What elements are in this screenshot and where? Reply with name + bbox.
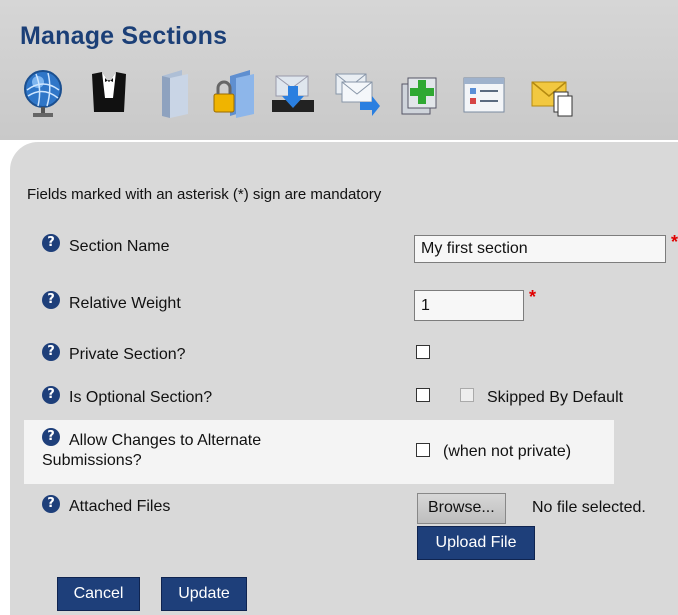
private-section-checkbox[interactable] (416, 345, 430, 359)
cancel-button[interactable]: Cancel (57, 577, 140, 611)
relative-weight-label: Relative Weight (69, 295, 181, 312)
download-tray-icon[interactable] (270, 68, 316, 122)
update-button[interactable]: Update (161, 577, 247, 611)
help-icon[interactable]: ? (42, 234, 60, 252)
folder-icon[interactable] (148, 68, 194, 122)
forward-mail-icon[interactable] (334, 68, 380, 122)
allow-changes-checkbox[interactable] (416, 443, 430, 457)
optional-section-checkbox[interactable] (416, 388, 430, 402)
mail-copy-icon[interactable] (530, 68, 576, 122)
help-icon[interactable]: ? (42, 291, 60, 309)
private-section-label: Private Section? (69, 346, 186, 363)
mandatory-note: Fields marked with an asterisk (*) sign … (27, 186, 382, 203)
globe-icon[interactable] (22, 68, 68, 122)
help-icon[interactable]: ? (42, 495, 60, 513)
required-asterisk: * (671, 232, 678, 252)
locked-folder-icon[interactable] (210, 68, 256, 122)
section-name-input[interactable] (414, 235, 666, 263)
skipped-by-default-checkbox[interactable] (460, 388, 474, 402)
relative-weight-input[interactable] (414, 290, 524, 321)
form-panel (10, 142, 678, 615)
browse-button[interactable]: Browse... (417, 493, 506, 524)
allow-changes-note: (when not private) (443, 443, 572, 460)
help-icon[interactable]: ? (42, 386, 60, 404)
page-header: Manage Sections (0, 0, 678, 140)
file-status-text: No file selected. (532, 499, 646, 516)
help-icon[interactable]: ? (42, 428, 60, 446)
help-icon[interactable]: ? (42, 343, 60, 361)
section-name-label: Section Name (69, 238, 170, 255)
attached-files-label: Attached Files (69, 498, 171, 515)
form-list-icon[interactable] (462, 68, 508, 122)
required-asterisk: * (529, 287, 537, 307)
upload-file-button[interactable]: Upload File (417, 526, 535, 560)
optional-section-label: Is Optional Section? (69, 389, 213, 406)
page-title: Manage Sections (20, 22, 228, 50)
tuxedo-icon[interactable] (86, 68, 132, 122)
skipped-by-default-label: Skipped By Default (487, 389, 624, 406)
allow-changes-label-line1: Allow Changes to Alternate (69, 432, 262, 449)
add-copy-icon[interactable] (398, 68, 444, 122)
allow-changes-label-line2: Submissions? (42, 452, 142, 469)
